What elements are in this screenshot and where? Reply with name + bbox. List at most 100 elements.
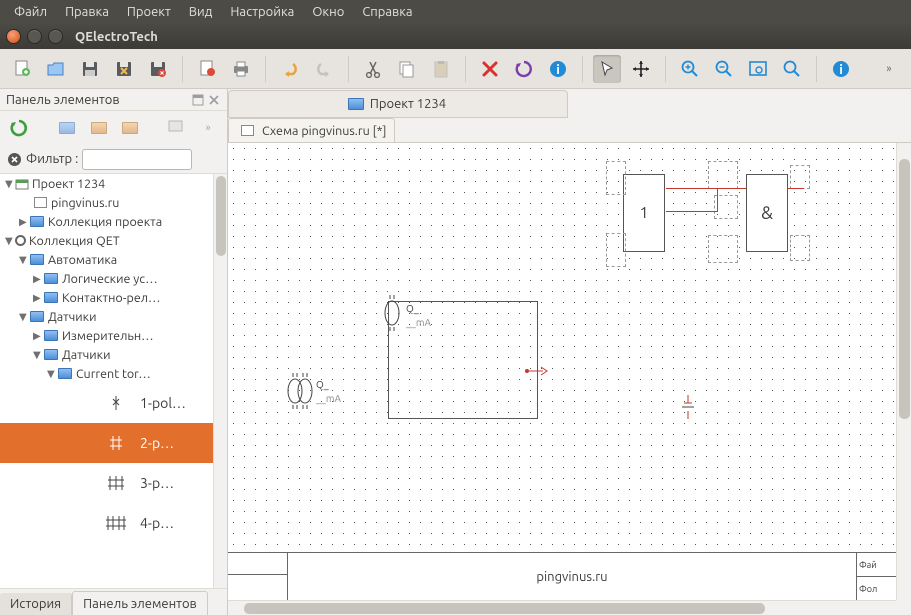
document-icon: [241, 125, 254, 136]
selection-handle[interactable]: [606, 233, 626, 267]
logic-gate-buffer[interactable]: 1: [623, 174, 665, 252]
window-close-button[interactable]: [6, 29, 21, 44]
selection-handle[interactable]: [606, 161, 626, 195]
delete-category-button[interactable]: [117, 115, 143, 141]
panel-tab-elements[interactable]: Панель элементов: [72, 591, 208, 615]
tree-logic[interactable]: ▶Логические ус…: [0, 269, 213, 288]
new-category-button[interactable]: [54, 115, 80, 141]
panel-tab-history[interactable]: История: [0, 593, 72, 615]
panel-title: Панель элементов: [6, 93, 120, 107]
elements-panel: Панель элементов » Фильтр : ▼Проект 1234…: [0, 89, 228, 615]
diagram-tab-label: Схема pingvinus.ru [*]: [262, 124, 386, 138]
component-terminal-1[interactable]: [523, 361, 553, 381]
diagram-tab[interactable]: Схема pingvinus.ru [*]: [228, 118, 395, 142]
tree-automation[interactable]: ▼Автоматика: [0, 250, 213, 269]
titlebar: QElectroTech: [0, 24, 911, 49]
new-element-button[interactable]: [163, 115, 189, 141]
filter-label: Фильтр :: [26, 152, 78, 166]
zoom-reset-button[interactable]: [778, 55, 806, 83]
rotate-button[interactable]: [510, 55, 538, 83]
save-as-button[interactable]: [110, 55, 138, 83]
menu-file[interactable]: Файл: [6, 3, 55, 21]
delete-button[interactable]: [476, 55, 504, 83]
tree-element-2pol[interactable]: 2-p…: [0, 423, 213, 463]
elements-tree[interactable]: ▼Проект 1234 pingvinus.ru ▶Коллекция про…: [0, 174, 213, 588]
selection-handle[interactable]: [708, 161, 738, 189]
selection-handle[interactable]: [708, 235, 738, 263]
save-button[interactable]: [76, 55, 104, 83]
tree-project-collection[interactable]: ▶Коллекция проекта: [0, 212, 213, 231]
canvas-vscrollbar[interactable]: [896, 143, 911, 600]
title-block-name: pingvinus.ru: [288, 553, 856, 600]
title-block-folder: Фол: [857, 577, 896, 600]
redo-button: [310, 55, 338, 83]
component-terminal-2[interactable]: [678, 393, 708, 423]
paste-button: [427, 55, 455, 83]
schematic-canvas[interactable]: 1 & Q_ __mA Q_ __mA: [228, 143, 896, 600]
menu-help[interactable]: Справка: [354, 3, 420, 21]
title-block: pingvinus.ru Фай Фол: [228, 552, 896, 600]
refresh-button[interactable]: [6, 115, 32, 141]
menu-settings[interactable]: Настройка: [222, 3, 302, 21]
menubar: Файл Правка Проект Вид Настройка Окно Сп…: [0, 0, 911, 24]
copy-button[interactable]: [393, 55, 421, 83]
folder-icon: [348, 98, 364, 110]
component-value: __mA: [316, 393, 341, 404]
window-maximize-button[interactable]: [48, 29, 63, 44]
zoom-fit-button[interactable]: [744, 55, 772, 83]
tree-element-1pol[interactable]: 1-pol…: [0, 383, 213, 423]
main-toolbar: i i »: [0, 49, 911, 89]
tree-sensors2[interactable]: ▼Датчики: [0, 345, 213, 364]
selection-handle[interactable]: [790, 235, 810, 261]
clear-filter-button[interactable]: [6, 151, 22, 167]
component-transformer-2[interactable]: [281, 371, 329, 411]
edit-category-button[interactable]: [86, 115, 112, 141]
canvas-hscrollbar[interactable]: [228, 600, 896, 615]
tree-sensors[interactable]: ▼Датчики: [0, 307, 213, 326]
menu-window[interactable]: Окно: [304, 3, 352, 21]
import-button[interactable]: [193, 55, 221, 83]
about-button[interactable]: i: [827, 55, 855, 83]
pointer-tool-button[interactable]: [593, 55, 621, 83]
undo-button[interactable]: [276, 55, 304, 83]
toggle-button[interactable]: »: [195, 115, 221, 141]
component-label: Q_: [406, 303, 419, 314]
tree-current-tor[interactable]: ▼Current tor…: [0, 364, 213, 383]
new-button[interactable]: [8, 55, 36, 83]
move-tool-button[interactable]: [627, 55, 655, 83]
open-button[interactable]: [42, 55, 70, 83]
logic-gate-and[interactable]: &: [746, 174, 788, 252]
window-minimize-button[interactable]: [27, 29, 42, 44]
tree-element-4pol[interactable]: 4-p…: [0, 503, 213, 543]
print-button[interactable]: [227, 55, 255, 83]
tree-element-3pol[interactable]: 3-p…: [0, 463, 213, 503]
tree-qet-collection[interactable]: ▼Коллекция QET: [0, 231, 213, 250]
window-title: QElectroTech: [75, 30, 158, 44]
filter-input[interactable]: [82, 149, 192, 170]
tree-diagram[interactable]: pingvinus.ru: [0, 193, 213, 212]
info-button[interactable]: i: [544, 55, 572, 83]
menu-view[interactable]: Вид: [181, 3, 221, 21]
tree-measure[interactable]: ▶Измерительн…: [0, 326, 213, 345]
zoom-in-button[interactable]: [676, 55, 704, 83]
svg-text:i: i: [839, 63, 843, 77]
title-block-file: Фай: [857, 553, 896, 577]
panel-float-icon[interactable]: [191, 93, 205, 107]
menu-project[interactable]: Проект: [119, 3, 179, 21]
tree-project[interactable]: ▼Проект 1234: [0, 174, 213, 193]
tree-contact[interactable]: ▶Контактно-рел…: [0, 288, 213, 307]
document-tab[interactable]: Проект 1234: [228, 90, 568, 118]
selection-handle[interactable]: [790, 165, 810, 189]
panel-close-icon[interactable]: [207, 93, 221, 107]
close-doc-button[interactable]: [144, 55, 172, 83]
tree-scrollbar[interactable]: [213, 174, 227, 588]
menu-edit[interactable]: Правка: [57, 3, 117, 21]
more-button[interactable]: »: [875, 55, 903, 83]
component-label: Q_: [316, 379, 329, 390]
cut-button[interactable]: [359, 55, 387, 83]
panel-toolbar: »: [0, 111, 227, 145]
component-value: __mA: [406, 317, 431, 328]
svg-text:i: i: [556, 63, 560, 77]
document-tab-label: Проект 1234: [370, 97, 446, 111]
zoom-out-button[interactable]: [710, 55, 738, 83]
